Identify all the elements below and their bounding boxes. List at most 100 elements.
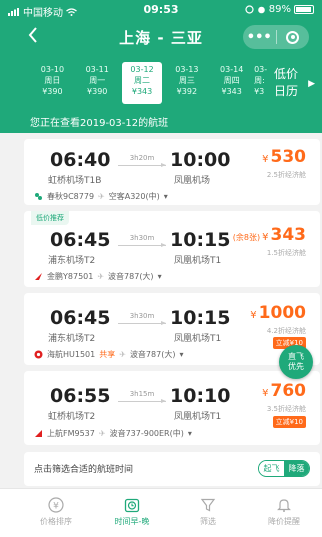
arrival-time: 10:00	[170, 149, 231, 171]
tab-label: 价格排序	[40, 517, 72, 526]
discount-label: 1.5折经济舱	[266, 249, 306, 257]
battery-icon	[294, 5, 314, 14]
nav-bar: 上海 - 三亚 •••	[0, 22, 322, 52]
target-icon	[286, 30, 300, 44]
price-value: 1000	[258, 303, 306, 323]
status-bar: 中国移动 09:53 89%	[0, 0, 322, 20]
date-price: ¥343	[221, 87, 242, 96]
date-price: ¥390	[42, 87, 63, 96]
plane-icon: ✈	[97, 272, 105, 281]
tab-price-sort[interactable]: ¥ 价格排序	[18, 489, 94, 537]
close-mini-program-button[interactable]	[276, 30, 309, 44]
mini-program-capsule: •••	[243, 25, 309, 49]
duration-arrow	[118, 243, 166, 247]
caret-right-icon: ▶	[308, 79, 315, 89]
aircraft-type: 波音787(大)	[129, 350, 176, 359]
direct-flight-first-button[interactable]: 直飞 优先	[279, 345, 313, 379]
yen-circle-icon: ¥	[48, 497, 64, 513]
currency: ¥	[262, 232, 269, 243]
departure-airport: 浦东机场T2	[48, 256, 96, 266]
flight-card[interactable]: 06:45 3h30m 10:15 浦东机场T2 凤凰机场T1 ¥1000 4.…	[24, 293, 320, 365]
shanghai-airlines-logo-icon	[35, 430, 42, 437]
flight-duration: 3h30m	[129, 234, 155, 242]
toggle-landing[interactable]: 降落	[284, 461, 309, 476]
duration-arrow	[118, 399, 166, 403]
flight-card[interactable]: 06:40 3h20m 10:00 虹桥机场T1B 凤凰机场 ¥530 2.5折…	[24, 139, 320, 205]
svg-text:¥: ¥	[53, 502, 59, 512]
date-label: 03-14	[220, 65, 244, 74]
calendar-label-1: 低价	[274, 67, 299, 81]
flight-duration: 3h20m	[129, 154, 155, 162]
low-price-calendar-button[interactable]: 低价 日历 ▶	[274, 66, 315, 100]
weekday-label: 周三	[178, 76, 195, 85]
clock-icon	[124, 498, 140, 513]
date-item[interactable]: 03-11 周一 ¥390	[75, 62, 120, 104]
date-label: 03-12	[130, 65, 154, 74]
airline-flight: 春秋9C8779	[47, 192, 95, 201]
tab-filter[interactable]: 筛选	[170, 489, 246, 537]
duration-arrow	[118, 321, 166, 325]
departure-time: 06:55	[50, 385, 111, 407]
currency: ¥	[262, 388, 269, 399]
weekday-label: 周一	[89, 76, 106, 85]
date-item[interactable]: 03-10 周日 ¥390	[30, 62, 75, 104]
airline-flight: 海航HU1501	[47, 350, 96, 359]
chevron-down-icon[interactable]: ▾	[188, 429, 192, 438]
chevron-down-icon[interactable]: ▾	[164, 192, 168, 201]
airline-flight: 金鹏Y87501	[47, 272, 94, 281]
tab-time-sort[interactable]: 时间早-晚	[94, 489, 170, 537]
takeoff-landing-toggle[interactable]: 起飞 降落	[258, 460, 310, 477]
plane-icon: ✈	[119, 350, 126, 359]
filter-icon	[200, 498, 216, 512]
toggle-takeoff[interactable]: 起飞	[259, 461, 284, 476]
discount-label: 3.5折经济舱	[266, 405, 306, 413]
price: ¥760	[262, 381, 306, 401]
departure-airport: 浦东机场T2	[48, 334, 96, 344]
date-strip: 03-10 周日 ¥390 03-11 周一 ¥390 03-12 周二 ¥343 03-1…	[30, 62, 280, 104]
flight-card[interactable]: 低价推荐 06:45 3h30m 10:15 浦东机场T2 凤凰机场T1 (余8…	[24, 211, 320, 287]
seats-left: (余8张)	[232, 233, 261, 242]
tab-label: 时间早-晚	[114, 517, 150, 526]
date-price: ¥390	[87, 87, 108, 96]
battery-percent: 89%	[268, 4, 291, 15]
hainan-airlines-logo-icon	[34, 350, 43, 359]
airline-flight: 上航FM9537	[47, 429, 95, 438]
aircraft-type: 波音737-900ER(中)	[109, 429, 184, 438]
price-value: 530	[270, 147, 307, 167]
date-label: 03-13	[175, 65, 199, 74]
date-item-selected[interactable]: 03-12 周二 ¥343	[121, 62, 163, 104]
alarm-icon	[257, 6, 265, 14]
departure-time: 06:45	[50, 307, 111, 329]
departure-time: 06:40	[50, 149, 111, 171]
bell-icon	[277, 499, 291, 512]
more-button[interactable]: •••	[243, 30, 276, 45]
currency: ¥	[262, 154, 269, 165]
arrival-airport: 凤凰机场T1	[174, 334, 222, 344]
arrival-airport: 凤凰机场	[174, 176, 211, 186]
bottom-tab-bar: ¥ 价格排序 时间早-晚 筛选 降价提醒	[0, 488, 322, 537]
tab-label: 降价提醒	[268, 517, 300, 526]
time-filter-bar[interactable]: 点击筛选合适的航班时间 起飞 降落	[24, 452, 320, 486]
chevron-down-icon[interactable]: ▾	[179, 350, 183, 359]
date-price: ¥392	[176, 87, 198, 96]
fab-label-1: 直飞	[288, 352, 304, 361]
filter-hint: 点击筛选合适的航班时间	[34, 465, 134, 475]
arrival-airport: 凤凰机场T1	[174, 256, 222, 266]
date-item[interactable]: 03-13 周三 ¥392	[164, 62, 209, 104]
golden-eagle-logo-icon	[35, 273, 42, 280]
aircraft-type: 空客A320(中)	[108, 192, 160, 201]
tab-price-alert[interactable]: 降价提醒	[246, 489, 322, 537]
aircraft-type: 波音787(大)	[108, 272, 154, 281]
date-banner: 您正在查看2019-03-12的航班	[30, 118, 169, 129]
date-item[interactable]: 03-14 周四 ¥343	[209, 62, 254, 104]
spring-airlines-logo-icon	[35, 193, 42, 200]
weekday-label: 周日	[44, 76, 61, 85]
plane-icon: ✈	[98, 429, 106, 438]
header: 中国移动 09:53 89% 上海 - 三亚 ••• 03-10 周日 ¥390 0…	[0, 0, 322, 133]
departure-airport: 虹桥机场T2	[48, 412, 96, 422]
weekday-label: 周四	[223, 76, 240, 85]
flight-card[interactable]: 06:55 3h15m 10:10 虹桥机场T2 凤凰机场T1 ¥760 3.5…	[24, 371, 320, 445]
price: ¥1000	[250, 303, 306, 323]
calendar-label-2: 日历	[274, 84, 299, 98]
chevron-down-icon[interactable]: ▾	[158, 272, 162, 281]
